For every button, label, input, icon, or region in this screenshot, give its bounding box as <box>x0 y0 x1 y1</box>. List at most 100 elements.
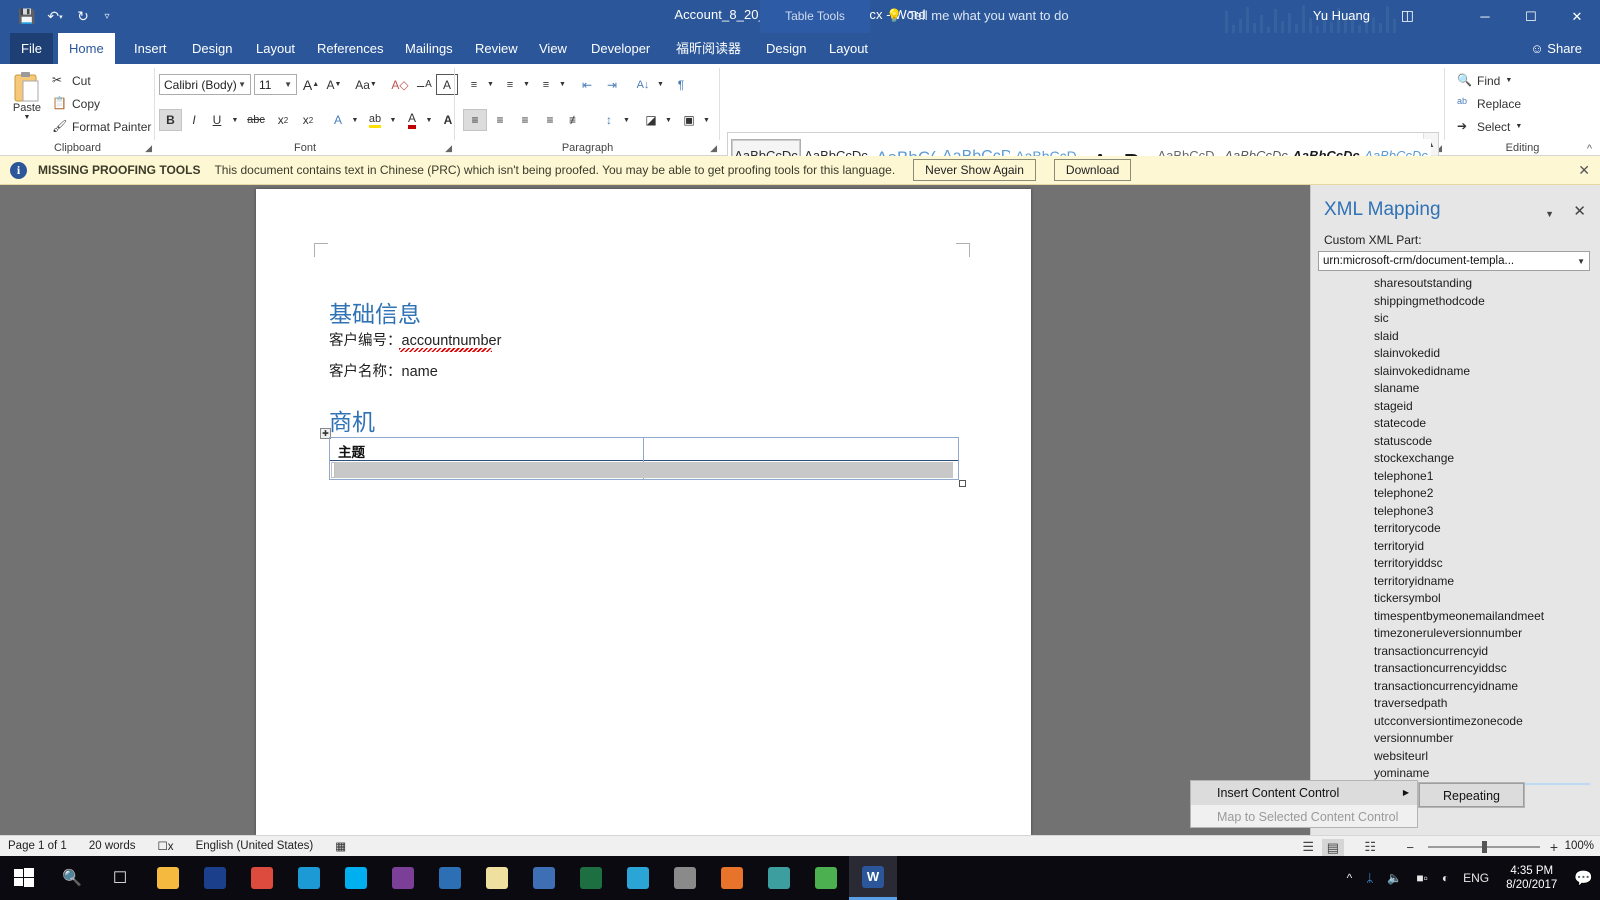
cut-button[interactable]: ✂ Cut <box>52 73 91 88</box>
xml-node-item[interactable]: territoryidname <box>1318 573 1590 591</box>
zoom-level[interactable]: 100% <box>1565 840 1594 852</box>
ribbon-tab-mailings[interactable]: Mailings <box>394 33 464 64</box>
phonetic-guide-icon[interactable]: ⚊A <box>413 74 435 95</box>
restore-button[interactable]: ☐ <box>1508 0 1554 33</box>
document-table[interactable]: 主题 <box>329 437 959 480</box>
proofing-errors-icon[interactable]: ☐x <box>158 839 174 853</box>
align-center-icon[interactable]: ≡ <box>488 109 512 131</box>
zoom-slider-thumb[interactable] <box>1482 841 1487 853</box>
select-button[interactable]: ➔ Select ▼ <box>1457 119 1522 134</box>
strikethrough-icon[interactable]: abc <box>243 109 269 131</box>
xml-node-item[interactable]: transactioncurrencyiddsc <box>1318 660 1590 678</box>
file-explorer-icon[interactable] <box>144 856 192 900</box>
xml-node-item[interactable]: sic <box>1318 310 1590 328</box>
find-button[interactable]: 🔍 Find ▼ <box>1457 73 1512 88</box>
multilevel-list-icon[interactable]: ≡ <box>535 74 557 95</box>
account-user-name[interactable]: Yu Huang <box>1313 8 1370 23</box>
language-indicator[interactable]: English (United States) <box>196 840 314 852</box>
ribbon-tab-design-tabletools[interactable]: Design <box>755 33 817 64</box>
ribbon-tab-insert[interactable]: Insert <box>123 33 178 64</box>
replace-button[interactable]: ab Replace <box>1457 96 1521 111</box>
font-color-caret[interactable]: ▼ <box>423 109 435 131</box>
ribbon-tab-layout[interactable]: Layout <box>245 33 306 64</box>
align-right-icon[interactable]: ≡ <box>513 109 537 131</box>
wifi-icon[interactable]: ◐ <box>1442 871 1449 885</box>
text-effects-icon[interactable]: A <box>327 109 349 131</box>
xml-node-item[interactable]: slaname <box>1318 380 1590 398</box>
custom-xml-part-combo[interactable]: urn:microsoft-crm/document-templa... ▼ <box>1318 251 1590 271</box>
ribbon-tab-view[interactable]: View <box>528 33 578 64</box>
minus-icon[interactable]: − <box>1406 840 1414 855</box>
text-effects-caret[interactable]: ▼ <box>349 109 361 131</box>
xml-node-item[interactable]: utcconversiontimezonecode <box>1318 713 1590 731</box>
share-button[interactable]: ☺ Share <box>1520 33 1592 64</box>
word-icon[interactable]: W <box>849 856 897 900</box>
sort-caret[interactable]: ▼ <box>655 74 666 95</box>
show-formatting-marks-icon[interactable]: ¶ <box>670 74 692 95</box>
bluetooth-icon[interactable]: ᛦ <box>1366 871 1373 885</box>
ribbon-display-options-icon[interactable]: ◫ <box>1401 7 1414 24</box>
xml-node-item[interactable]: territoryid <box>1318 538 1590 556</box>
print-layout-icon[interactable]: ▤ <box>1321 839 1344 857</box>
xml-node-item[interactable]: slainvokedid <box>1318 345 1590 363</box>
clear-formatting-icon[interactable]: A◇ <box>388 74 412 95</box>
sort-icon[interactable]: A↓ <box>631 74 655 95</box>
xml-node-item[interactable]: territorycode <box>1318 520 1590 538</box>
never-show-again-button[interactable]: Never Show Again <box>913 159 1036 181</box>
align-left-icon[interactable]: ≡ <box>463 109 487 131</box>
xml-node-item[interactable]: stockexchange <box>1318 450 1590 468</box>
submenu-item-repeating[interactable]: Repeating <box>1419 783 1524 807</box>
ribbon-tab-developer[interactable]: Developer <box>580 33 661 64</box>
xml-node-item[interactable]: stageid <box>1318 398 1590 416</box>
xml-node-item[interactable]: timespentbymeonemailandmeet <box>1318 608 1590 626</box>
document-page[interactable]: 基础信息 客户编号：accountnumber 客户名称：name 商机 ✚ 主… <box>256 189 1031 835</box>
xml-node-item[interactable]: shippingmethodcode <box>1318 293 1590 311</box>
word-count[interactable]: 20 words <box>89 840 136 852</box>
chevron-down-icon[interactable]: ▼ <box>1505 77 1512 84</box>
decrease-indent-icon[interactable]: ⇤ <box>575 74 599 95</box>
change-case-icon[interactable]: Aa ▼ <box>350 74 382 95</box>
excel-icon[interactable] <box>567 856 615 900</box>
italic-icon[interactable]: I <box>183 109 205 131</box>
browser-globe-icon[interactable] <box>614 856 662 900</box>
shrink-font-icon[interactable]: A ▼ <box>323 74 345 95</box>
settings-gear-icon[interactable] <box>661 856 709 900</box>
tell-me-search[interactable]: 💡 Tell me what you want to do <box>886 0 1069 31</box>
visual-studio-code-icon[interactable] <box>426 856 474 900</box>
chevron-down-icon[interactable]: ▼ <box>1515 123 1522 130</box>
shading-caret[interactable]: ▼ <box>663 109 674 131</box>
close-icon[interactable]: ✕ <box>1578 162 1590 179</box>
numbering-icon[interactable]: ≡ <box>499 74 521 95</box>
xml-node-item[interactable]: websiteurl <box>1318 748 1590 766</box>
show-hidden-icons-chevron[interactable]: ^ <box>1347 871 1353 885</box>
taskbar-clock[interactable]: 4:35 PM 8/20/2017 <box>1506 864 1557 892</box>
close-icon[interactable]: ✕ <box>1573 202 1586 220</box>
volume-icon[interactable]: 🔈 <box>1387 871 1402 885</box>
paste-dropdown-caret[interactable]: ▼ <box>6 114 48 121</box>
font-name-combo[interactable]: Calibri (Body) ▼ <box>159 74 251 95</box>
justify-icon[interactable]: ≡ <box>538 109 562 131</box>
xml-node-item[interactable]: slaid <box>1318 328 1590 346</box>
shading-icon[interactable]: ◪ <box>639 109 663 131</box>
xml-node-item[interactable]: tickersymbol <box>1318 590 1590 608</box>
underline-icon[interactable]: U <box>206 109 228 131</box>
numbering-caret[interactable]: ▼ <box>521 74 532 95</box>
language-indicator[interactable]: ENG <box>1463 871 1489 885</box>
ribbon-tab-review[interactable]: Review <box>464 33 529 64</box>
distribute-icon[interactable]: ≢ <box>563 109 587 131</box>
underline-dropdown-caret[interactable]: ▼ <box>229 109 241 131</box>
read-mode-icon[interactable]: ☰ <box>1302 839 1314 855</box>
page-indicator[interactable]: Page 1 of 1 <box>8 840 67 852</box>
windows-start-icon[interactable] <box>0 856 48 900</box>
menu-item-insert-content-control[interactable]: Insert Content Control ▶ <box>1191 781 1417 805</box>
subscript-icon[interactable]: x2 <box>271 109 295 131</box>
xml-node-item[interactable]: sharesoutstanding <box>1318 275 1590 293</box>
paste-button[interactable]: Paste ▼ <box>6 68 48 136</box>
font-color-icon[interactable]: A <box>401 109 423 131</box>
skype-icon[interactable] <box>332 856 380 900</box>
format-painter-button[interactable]: 🖌 Format Painter <box>52 119 151 134</box>
font-size-combo[interactable]: 11 ▼ <box>254 74 297 95</box>
xml-node-item[interactable]: telephone2 <box>1318 485 1590 503</box>
line-spacing-icon[interactable]: ↕ <box>597 109 621 131</box>
ribbon-tab-design[interactable]: Design <box>181 33 243 64</box>
